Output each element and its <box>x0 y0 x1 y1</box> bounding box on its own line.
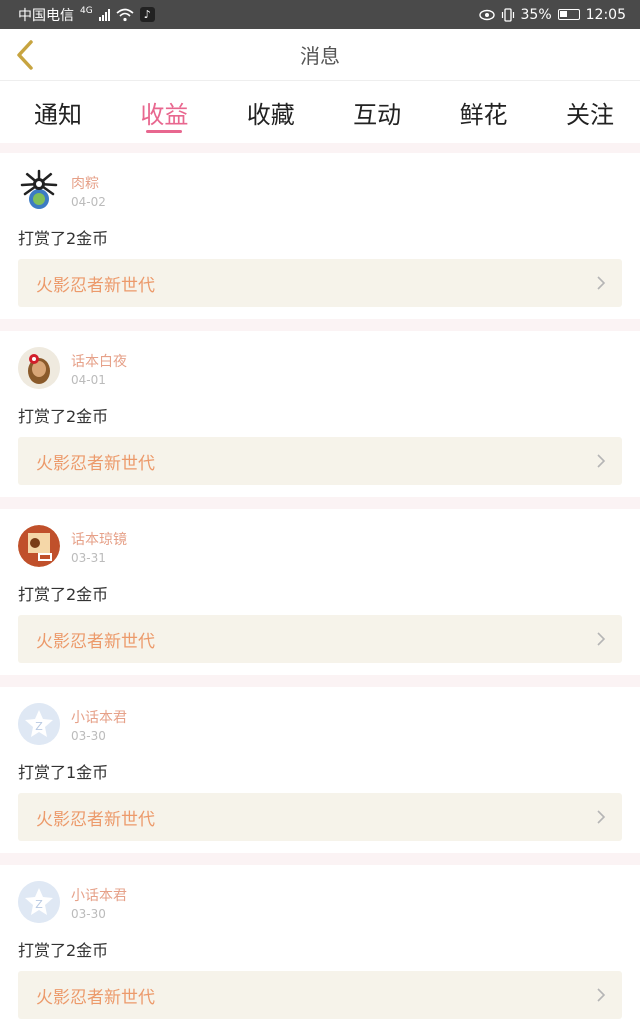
message-text: 打赏了2金币 <box>18 407 109 426</box>
story-link[interactable]: 火影忍者新世代 <box>18 437 622 485</box>
chevron-right-icon <box>597 276 606 290</box>
avatar-image <box>18 525 60 567</box>
list-item: 肉粽 04-02 打赏了2金币 火影忍者新世代 <box>0 153 640 319</box>
tab-interactions[interactable]: 互动 <box>335 81 419 143</box>
signal-icon <box>98 8 110 21</box>
avatar[interactable] <box>18 347 60 389</box>
tab-bar: 通知 收益 收藏 互动 鲜花 关注 <box>0 81 640 143</box>
tab-earnings[interactable]: 收益 <box>122 81 206 143</box>
story-title: 火影忍者新世代 <box>36 631 155 652</box>
message-list: 肉粽 04-02 打赏了2金币 火影忍者新世代 话本白夜 04-01 打赏了2金… <box>0 143 640 1031</box>
story-link[interactable]: 火影忍者新世代 <box>18 793 622 841</box>
svg-text:Z: Z <box>35 720 43 733</box>
status-bar: 中国电信 4G ♪ 35% 12:05 <box>0 0 640 29</box>
title-bar: 消息 <box>0 29 640 81</box>
username[interactable]: 话本琼镜 <box>71 529 127 549</box>
story-link[interactable]: 火影忍者新世代 <box>18 259 622 307</box>
story-title: 火影忍者新世代 <box>36 987 155 1008</box>
avatar-image <box>18 347 60 389</box>
message-text: 打赏了1金币 <box>18 763 109 782</box>
vibrate-icon <box>501 7 514 22</box>
username[interactable]: 话本白夜 <box>71 351 127 371</box>
tab-notifications[interactable]: 通知 <box>16 81 100 143</box>
story-title: 火影忍者新世代 <box>36 453 155 474</box>
battery-percent: 35% <box>520 6 552 23</box>
list-item: 话本琼镜 03-31 打赏了2金币 火影忍者新世代 <box>0 509 640 675</box>
chevron-right-icon <box>597 810 606 824</box>
tab-following[interactable]: 关注 <box>548 81 632 143</box>
svg-text:Z: Z <box>35 898 43 911</box>
message-date: 03-30 <box>71 729 106 743</box>
story-title: 火影忍者新世代 <box>36 809 155 830</box>
list-item: 话本白夜 04-01 打赏了2金币 火影忍者新世代 <box>0 331 640 497</box>
avatar[interactable]: Z <box>18 881 60 923</box>
battery-icon <box>557 9 580 20</box>
message-text: 打赏了2金币 <box>18 941 109 960</box>
tab-favorites[interactable]: 收藏 <box>229 81 313 143</box>
message-date: 03-31 <box>71 551 106 565</box>
chevron-left-icon <box>17 40 33 70</box>
eye-icon <box>478 9 495 20</box>
status-left: 中国电信 4G ♪ <box>18 5 155 25</box>
avatar[interactable] <box>18 169 60 211</box>
story-link[interactable]: 火影忍者新世代 <box>18 971 622 1019</box>
avatar[interactable] <box>18 525 60 567</box>
back-button[interactable] <box>10 37 40 73</box>
chevron-right-icon <box>597 988 606 1002</box>
username[interactable]: 肉粽 <box>71 173 99 193</box>
message-date: 04-01 <box>71 373 106 387</box>
page-title: 消息 <box>300 44 340 68</box>
default-avatar-icon: Z <box>18 703 60 745</box>
message-text: 打赏了2金币 <box>18 585 109 604</box>
story-title: 火影忍者新世代 <box>36 275 155 296</box>
tiktok-app-icon: ♪ <box>139 7 155 22</box>
chevron-right-icon <box>597 632 606 646</box>
avatar[interactable]: Z <box>18 703 60 745</box>
clock: 12:05 <box>585 6 626 23</box>
wifi-icon <box>116 8 134 21</box>
list-item: Z 小话本君 03-30 打赏了2金币 火影忍者新世代 <box>0 865 640 1031</box>
carrier-label: 中国电信 <box>18 7 74 24</box>
message-date: 04-02 <box>71 195 106 209</box>
tab-flowers[interactable]: 鲜花 <box>442 81 526 143</box>
avatar-image <box>20 169 58 209</box>
network-type-label: 4G <box>80 5 93 16</box>
chevron-right-icon <box>597 454 606 468</box>
username[interactable]: 小话本君 <box>71 707 127 727</box>
list-item: Z 小话本君 03-30 打赏了1金币 火影忍者新世代 <box>0 687 640 853</box>
message-date: 03-30 <box>71 907 106 921</box>
message-text: 打赏了2金币 <box>18 229 109 248</box>
username[interactable]: 小话本君 <box>71 885 127 905</box>
status-right: 35% 12:05 <box>478 6 626 23</box>
default-avatar-icon: Z <box>18 881 60 923</box>
story-link[interactable]: 火影忍者新世代 <box>18 615 622 663</box>
